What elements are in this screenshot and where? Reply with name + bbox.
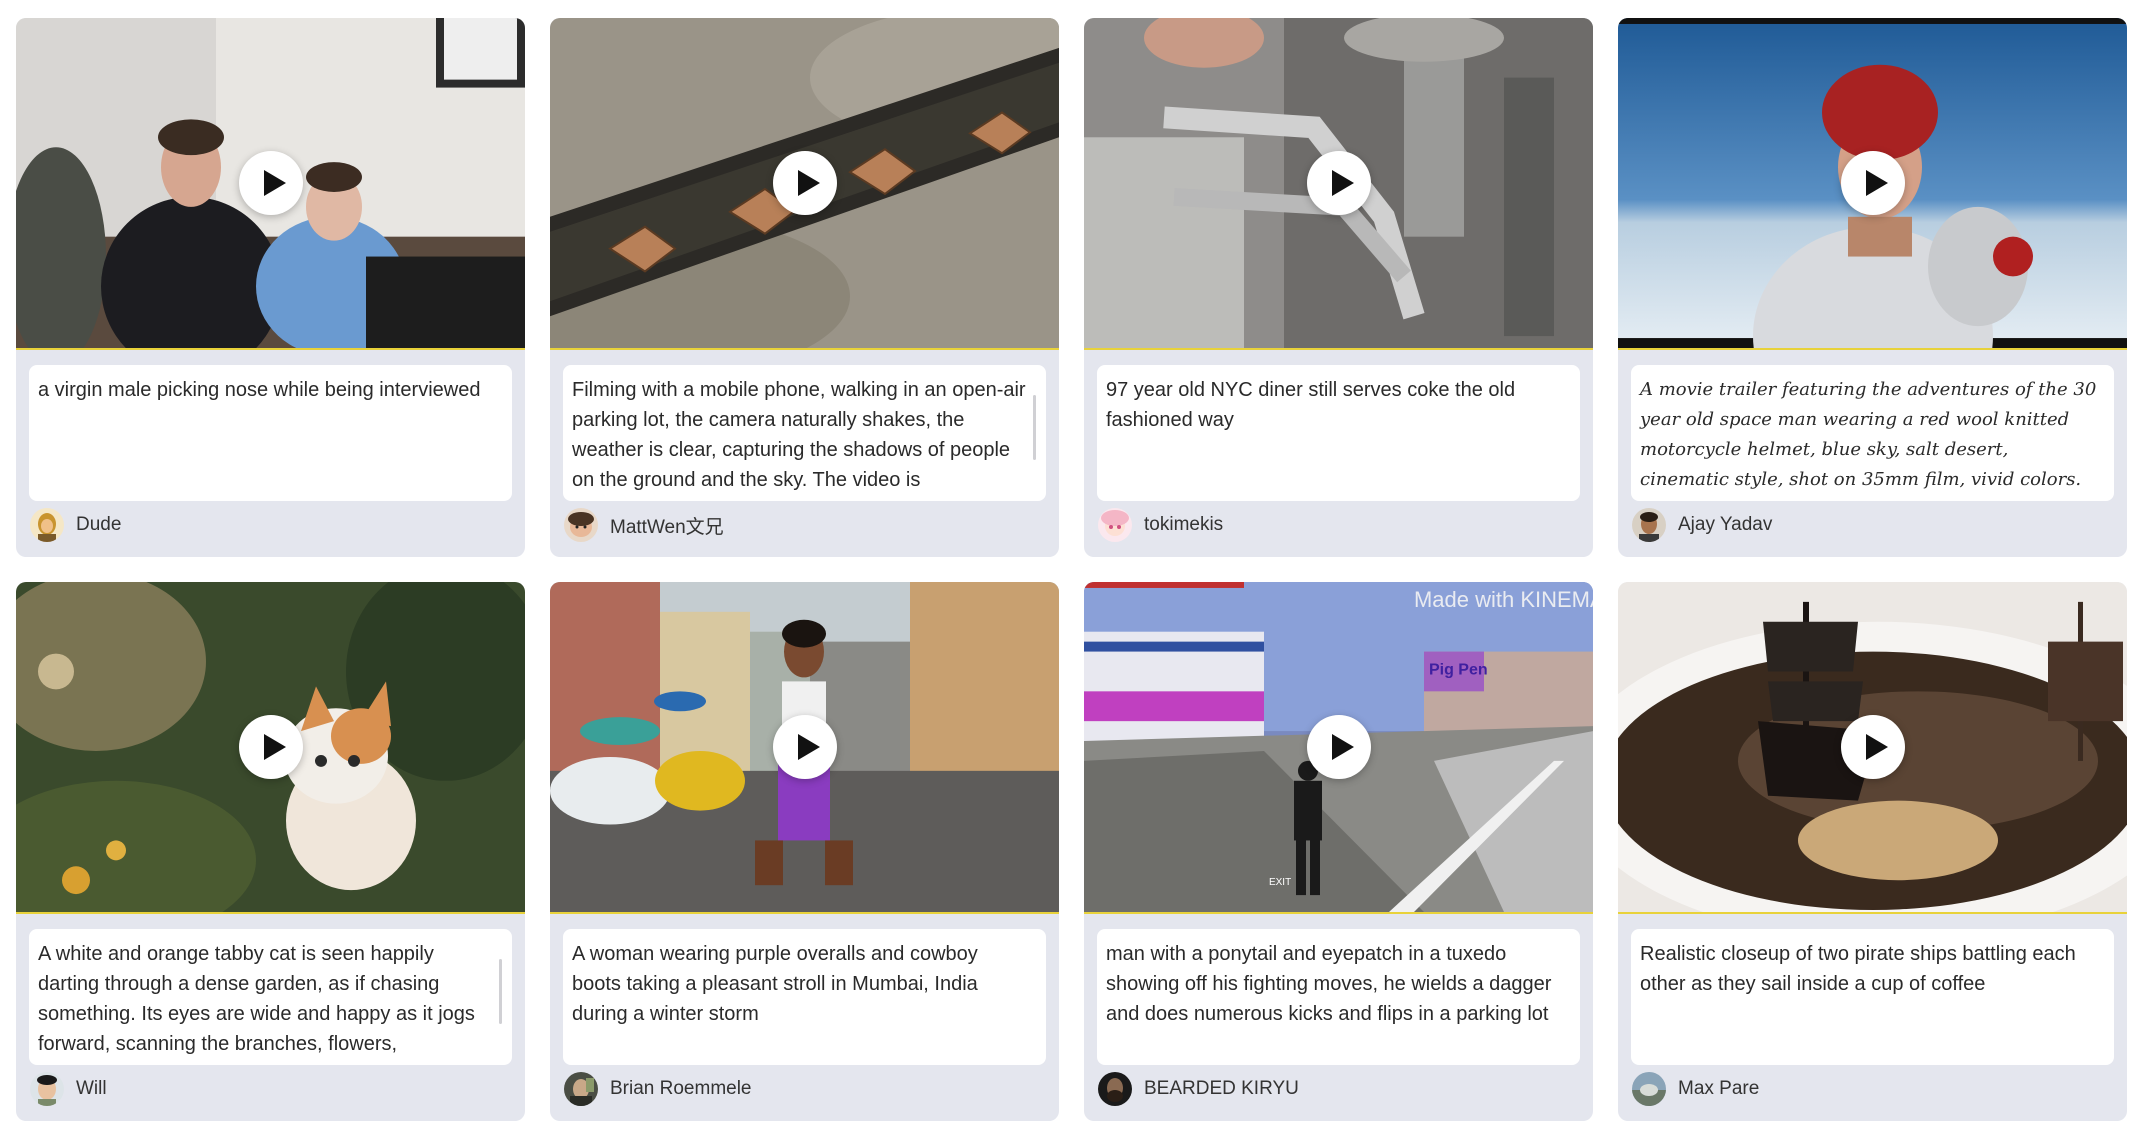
prompt-box: Filming with a mobile phone, walking in … [563,365,1046,501]
prompt-text: A white and orange tabby cat is seen hap… [38,943,475,1055]
author-link[interactable]: Dude [30,507,121,543]
video-thumbnail[interactable] [1618,18,2127,350]
author-name: Max Pare [1678,1078,1760,1099]
avatar [1632,508,1666,542]
video-thumbnail[interactable] [1084,18,1593,350]
author-link[interactable]: Brian Roemmele [564,1071,752,1107]
video-card[interactable]: Realistic closeup of two pirate ships ba… [1618,582,2127,1121]
play-icon[interactable] [1306,151,1371,215]
video-card[interactable]: A white and orange tabby cat is seen hap… [16,582,525,1121]
prompt-text: a virgin male picking nose while being i… [38,379,481,401]
avatar [564,1072,598,1106]
video-thumbnail[interactable]: Made with KINEMAS Pig Pen EXIT [1084,582,1593,914]
author-link[interactable]: tokimekis [1098,507,1223,543]
prompt-text: A movie trailer featuring the adventures… [1640,379,2097,490]
prompt-box: a virgin male picking nose while being i… [29,365,512,501]
play-icon[interactable] [772,715,837,779]
prompt-scrollbar[interactable] [499,959,502,1024]
prompt-box: A white and orange tabby cat is seen hap… [29,929,512,1065]
avatar [30,508,64,542]
video-card[interactable]: Made with KINEMAS Pig Pen EXIT man with … [1084,582,1593,1121]
video-thumbnail[interactable] [16,18,525,350]
prompt-box: Realistic closeup of two pirate ships ba… [1631,929,2114,1065]
video-card[interactable]: a virgin male picking nose while being i… [16,18,525,557]
watermark-text: Made with KINEMAS [1414,587,1593,612]
prompt-text: Filming with a mobile phone, walking in … [572,379,1026,491]
author-link[interactable]: BEARDED KIRYU [1098,1071,1299,1107]
play-icon[interactable] [1840,151,1905,215]
video-card[interactable]: Filming with a mobile phone, walking in … [550,18,1059,557]
video-thumbnail[interactable] [550,582,1059,914]
prompt-text: Realistic closeup of two pirate ships ba… [1640,943,2076,995]
prompt-box: A movie trailer featuring the adventures… [1631,365,2114,501]
prompt-box: man with a ponytail and eyepatch in a tu… [1097,929,1580,1065]
play-icon[interactable] [772,151,837,215]
prompt-text: man with a ponytail and eyepatch in a tu… [1106,943,1552,1025]
video-thumbnail[interactable] [16,582,525,914]
video-gallery: a virgin male picking nose while being i… [16,18,2127,1121]
play-icon[interactable] [238,715,303,779]
author-link[interactable]: Ajay Yadav [1632,507,1772,543]
author-name: Dude [76,514,122,535]
author-name: Will [76,1078,107,1099]
avatar [1632,1072,1666,1106]
video-thumbnail[interactable] [550,18,1059,350]
video-card[interactable]: 97 year old NYC diner still serves coke … [1084,18,1593,557]
prompt-text: A woman wearing purple overalls and cowb… [572,943,978,1025]
video-card[interactable]: A woman wearing purple overalls and cowb… [550,582,1059,1121]
prompt-text: 97 year old NYC diner still serves coke … [1106,379,1516,431]
play-icon[interactable] [1840,715,1905,779]
sign-text: Pig Pen [1429,661,1488,678]
author-link[interactable]: Will [30,1071,107,1107]
video-card[interactable]: A movie trailer featuring the adventures… [1618,18,2127,557]
avatar [1098,1072,1132,1106]
author-name: Brian Roemmele [610,1078,752,1099]
author-link[interactable]: MattWen文兄 [564,507,724,543]
author-name: Ajay Yadav [1678,514,1773,535]
author-name: MattWen文兄 [610,516,724,538]
exit-text: EXIT [1269,877,1291,888]
play-icon[interactable] [238,151,303,215]
author-link[interactable]: Max Pare [1632,1071,1759,1107]
author-name: tokimekis [1144,514,1224,535]
video-thumbnail[interactable] [1618,582,2127,914]
prompt-scrollbar[interactable] [1033,395,1036,460]
prompt-box: 97 year old NYC diner still serves coke … [1097,365,1580,501]
play-icon[interactable] [1306,715,1371,779]
avatar [564,508,598,542]
author-name: BEARDED KIRYU [1144,1078,1299,1099]
avatar [30,1072,64,1106]
prompt-box: A woman wearing purple overalls and cowb… [563,929,1046,1065]
avatar [1098,508,1132,542]
